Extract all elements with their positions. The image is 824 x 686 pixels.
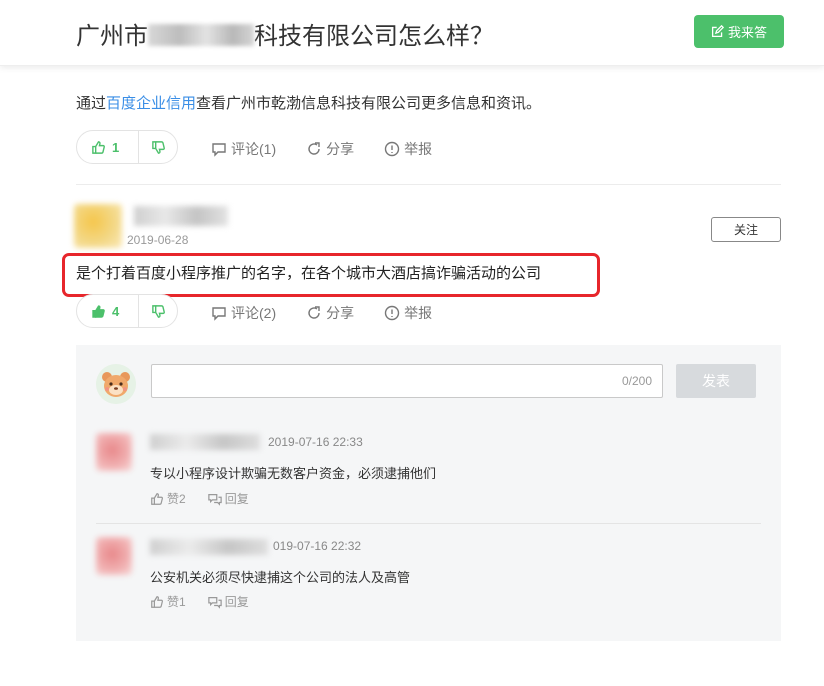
comment-like-button[interactable]: 赞2 [150,490,186,507]
comment-actions: 赞1 回复 [150,593,249,610]
section-divider [76,184,781,185]
thumb-up-icon [92,304,105,318]
answer-like-count: 4 [112,303,120,319]
enterprise-credit-link[interactable]: 百度企业信用 [106,95,196,112]
thumb-down-icon [151,140,165,154]
comment-like-label: 赞2 [167,492,186,506]
comment-icon [212,143,226,157]
edit-icon [711,25,724,38]
answer-like-button[interactable]: 4 [77,295,139,327]
comment-time: 019-07-16 22:32 [273,539,362,553]
answer-dislike-button[interactable] [139,304,177,319]
thumb-up-icon [151,595,163,608]
page-header: 广州市 科技有限公司怎么样？ 我来答 [0,0,824,66]
question-dislike-button[interactable] [139,140,177,155]
question-vote-pill: 1 [76,130,178,164]
question-share-button[interactable]: 分享 [306,139,354,159]
comment-text: 公安机关必须尽快逮捕这个公司的法人及高管 [150,570,411,585]
comment-reply-button[interactable]: 回复 [207,490,249,507]
commenter-avatar[interactable] [96,537,132,575]
char-counter: 0/200 [621,374,652,388]
question-report-button[interactable]: 举报 [384,139,432,159]
question-like-count: 1 [112,139,120,155]
question-report-label: 举报 [404,141,433,157]
comment-time: 2019-07-16 22:33 [268,435,363,449]
answer-share-button[interactable]: 分享 [306,303,354,323]
answerer-avatar[interactable] [74,204,122,248]
question-actions: 评论(1) 分享 举报 [211,139,432,159]
post-comment-button[interactable]: 发表 [676,364,756,398]
intro-text: 通过百度企业信用查看广州市乾渤信息科技有限公司更多信息和资讯。 [76,92,541,113]
cartoon-avatar-icon [96,364,136,404]
comment-like-label: 赞1 [167,595,186,609]
comment-actions: 赞2 回复 [150,490,249,507]
thumb-down-icon [151,304,165,318]
question-comment-button[interactable]: 评论(1) [211,139,276,159]
answer-button-label: 我来答 [727,25,767,40]
comment-text: 专以小程序设计欺骗无数客户资金，必须逮捕他们 [150,466,437,481]
comments-panel: 0/200 发表 2019-07-16 22:33 专以小程序设计欺骗无数客户资… [76,345,781,641]
question-comment-label: 评论(1) [231,141,277,157]
commenter-avatar[interactable] [96,433,132,471]
answer-share-label: 分享 [326,305,355,321]
answer-button[interactable]: 我来答 [694,15,784,48]
report-icon [384,141,400,157]
follow-button[interactable]: 关注 [711,217,781,242]
answer-vote-pill: 4 [76,294,178,328]
intro-before: 通过 [76,95,107,112]
thumb-up-icon [92,140,105,154]
answerer-name-redacted [134,206,228,226]
answer-comment-button[interactable]: 评论(2) [211,303,276,323]
answer-report-button[interactable]: 举报 [384,303,432,323]
redacted-company-name [148,24,254,46]
comment-reply-label: 回复 [224,595,249,609]
share-icon [308,142,320,155]
question-like-button[interactable]: 1 [77,131,139,163]
reply-icon [207,493,222,506]
reply-icon [207,596,222,609]
thumb-up-icon [151,492,163,505]
report-icon [384,305,400,321]
current-user-avatar [96,364,136,404]
comment-reply-button[interactable]: 回复 [207,593,249,610]
comment-reply-label: 回复 [224,492,249,506]
answer-actions: 评论(2) 分享 举报 [211,303,432,323]
comment-input[interactable]: 0/200 [151,364,663,398]
question-share-label: 分享 [326,141,355,157]
answer-date: 2019-06-28 [127,233,189,247]
comment-icon [212,307,226,321]
title-suffix: 科技有限公司怎么样？ [254,23,494,50]
title-prefix: 广州市 [76,23,148,50]
question-title: 广州市 科技有限公司怎么样？ [76,16,494,51]
answer-report-label: 举报 [404,305,433,321]
comment-like-button[interactable]: 赞1 [150,593,186,610]
commenter-name-redacted [150,434,260,450]
comment-divider [96,523,761,524]
share-icon [308,306,320,319]
intro-after: 查看广州市乾渤信息科技有限公司更多信息和资讯。 [196,95,542,112]
commenter-name-redacted [150,539,268,555]
highlight-annotation-box [62,253,600,297]
answer-comment-label: 评论(2) [231,305,277,321]
